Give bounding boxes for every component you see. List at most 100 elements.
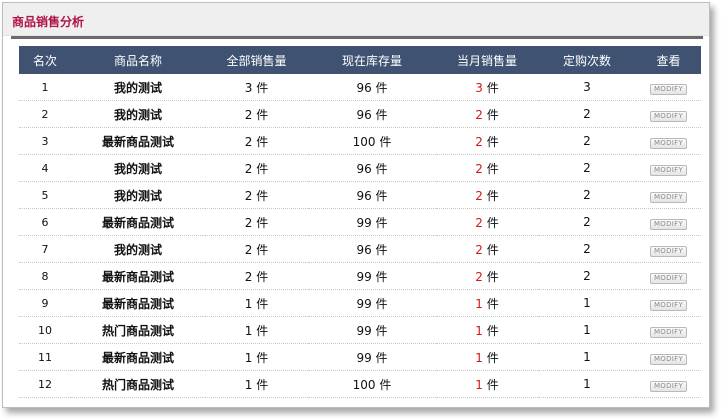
view-cell: MODIFY: [636, 370, 701, 398]
stock-cell: 96 件: [308, 154, 436, 182]
table-row: 7 我的测试 2 件 96 件2 件 2 MODIFY: [19, 235, 701, 263]
unit-label: 件: [486, 296, 499, 311]
total-sales-value: 1: [244, 377, 253, 392]
total-sales-cell: 2 件: [205, 127, 308, 155]
product-name-link[interactable]: 热门商品测试: [71, 316, 205, 344]
modify-button[interactable]: MODIFY: [649, 164, 688, 176]
stock-cell: 99 件: [308, 316, 436, 344]
unit-label: 件: [486, 188, 499, 203]
total-sales-value: 2: [244, 188, 253, 203]
view-cell: MODIFY: [636, 262, 701, 290]
month-sales-value: 2: [475, 107, 483, 122]
product-name-link[interactable]: 最新商品测试: [71, 208, 205, 236]
table-row: 6 最新商品测试 2 件 99 件2 件 2 MODIFY: [19, 208, 701, 236]
month-sales-value: 2: [475, 215, 483, 230]
unit-label: 件: [379, 134, 392, 149]
modify-button[interactable]: MODIFY: [649, 110, 688, 122]
unit-label: 件: [486, 269, 499, 284]
month-sales-value: 3: [475, 80, 483, 95]
table-row: 9 最新商品测试 1 件 99 件1 件 1 MODIFY: [19, 289, 701, 317]
product-name-link[interactable]: 最新商品测试: [71, 343, 205, 371]
table-body: 1 我的测试 3 件 96 件3 件 3 MODIFY 2 我的测试 2 件 96 件2 件 2 MO…: [19, 74, 701, 398]
product-name-link[interactable]: 我的测试: [71, 181, 205, 209]
unit-label: 件: [486, 161, 499, 176]
order-count-cell: 2: [538, 154, 636, 182]
product-name-link[interactable]: 最新商品测试: [71, 127, 205, 155]
stock-value: 96: [356, 80, 372, 95]
product-name-link[interactable]: 最新商品测试: [71, 262, 205, 290]
month-sales-cell: 2 件: [436, 100, 538, 128]
rank-cell: 3: [19, 127, 71, 155]
total-sales-cell: 2 件: [205, 100, 308, 128]
unit-label: 件: [256, 161, 269, 176]
total-sales-cell: 1 件: [205, 370, 308, 398]
modify-button[interactable]: MODIFY: [649, 326, 688, 338]
modify-button[interactable]: MODIFY: [649, 218, 688, 230]
modify-button[interactable]: MODIFY: [649, 272, 688, 284]
month-sales-value: 2: [475, 269, 483, 284]
title-divider: [11, 36, 703, 39]
unit-label: 件: [375, 242, 388, 257]
product-name-link[interactable]: 我的测试: [71, 235, 205, 263]
stock-value: 96: [356, 161, 372, 176]
product-name-link[interactable]: 我的测试: [71, 100, 205, 128]
view-cell: MODIFY: [636, 316, 701, 344]
unit-label: 件: [256, 134, 269, 149]
stock-value: 99: [356, 323, 372, 338]
unit-label: 件: [486, 215, 499, 230]
month-sales-cell: 2 件: [436, 262, 538, 290]
total-sales-value: 1: [244, 323, 253, 338]
product-name-link[interactable]: 我的测试: [71, 74, 205, 101]
unit-label: 件: [375, 161, 388, 176]
table-row: 12 热门商品测试 1 件 100 件1 件 1 MODIFY: [19, 370, 701, 398]
month-sales-value: 1: [475, 377, 483, 392]
total-sales-value: 1: [244, 296, 253, 311]
modify-button[interactable]: MODIFY: [649, 353, 688, 365]
stock-cell: 96 件: [308, 74, 436, 101]
month-sales-cell: 2 件: [436, 235, 538, 263]
total-sales-value: 1: [244, 350, 253, 365]
col-header-product-name: 商品名称: [71, 46, 205, 74]
order-count-cell: 2: [538, 262, 636, 290]
view-cell: MODIFY: [636, 289, 701, 317]
view-cell: MODIFY: [636, 154, 701, 182]
modify-button[interactable]: MODIFY: [649, 191, 688, 203]
view-cell: MODIFY: [636, 343, 701, 371]
total-sales-value: 2: [244, 107, 253, 122]
stock-cell: 100 件: [308, 370, 436, 398]
unit-label: 件: [256, 350, 269, 365]
stock-value: 99: [356, 296, 372, 311]
product-name-link[interactable]: 我的测试: [71, 154, 205, 182]
product-name-link[interactable]: 热门商品测试: [71, 370, 205, 398]
unit-label: 件: [256, 269, 269, 284]
view-cell: MODIFY: [636, 208, 701, 236]
rank-cell: 11: [19, 343, 71, 371]
total-sales-value: 2: [244, 269, 253, 284]
order-count-cell: 2: [538, 235, 636, 263]
modify-button[interactable]: MODIFY: [649, 245, 688, 257]
col-header-order-count: 定购次数: [538, 46, 636, 74]
modify-button[interactable]: MODIFY: [649, 137, 688, 149]
product-name-link[interactable]: 最新商品测试: [71, 289, 205, 317]
rank-cell: 5: [19, 181, 71, 209]
modify-button[interactable]: MODIFY: [649, 299, 688, 311]
unit-label: 件: [486, 323, 499, 338]
unit-label: 件: [486, 134, 499, 149]
unit-label: 件: [375, 80, 388, 95]
table-row: 11 最新商品测试 1 件 99 件1 件 1 MODIFY: [19, 343, 701, 371]
month-sales-cell: 1 件: [436, 289, 538, 317]
modify-button[interactable]: MODIFY: [649, 83, 688, 95]
unit-label: 件: [375, 323, 388, 338]
month-sales-cell: 2 件: [436, 154, 538, 182]
rank-cell: 8: [19, 262, 71, 290]
sales-table: 名次 商品名称 全部销售量 现在库存量 当月销售量 定购次数 查看 1 我的测试 3…: [19, 46, 701, 398]
total-sales-cell: 1 件: [205, 289, 308, 317]
rank-cell: 4: [19, 154, 71, 182]
unit-label: 件: [256, 107, 269, 122]
unit-label: 件: [256, 377, 269, 392]
month-sales-cell: 2 件: [436, 181, 538, 209]
modify-button[interactable]: MODIFY: [649, 380, 688, 392]
month-sales-cell: 1 件: [436, 370, 538, 398]
unit-label: 件: [486, 377, 499, 392]
stock-cell: 99 件: [308, 343, 436, 371]
